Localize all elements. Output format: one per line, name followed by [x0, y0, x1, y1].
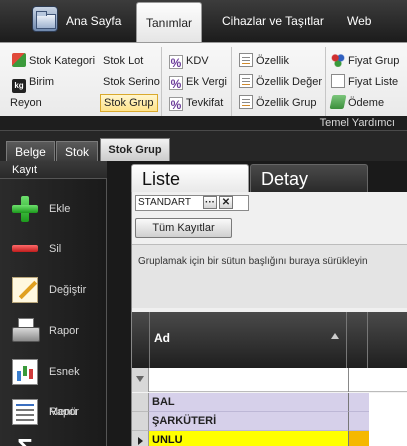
ribbon-item-tevkifat[interactable]: % Tevkifat [169, 94, 223, 112]
filter-row[interactable] [132, 368, 407, 392]
column-header-label: Ad [154, 331, 170, 345]
group-hint: Gruplamak için bir sütun başlığını buray… [138, 256, 368, 267]
add-button-label: Ekle [49, 203, 71, 215]
filter-cell [348, 368, 369, 392]
ribbon: Stok Kategori kg Birim Reyon Stok Lot Sto… [0, 42, 407, 130]
menu-button[interactable]: Menü [0, 392, 107, 432]
percent-icon: % [169, 76, 183, 91]
menu-button-label: Menü [49, 406, 77, 418]
row-indicator [132, 393, 149, 412]
report-icon [12, 359, 38, 385]
ribbon-caption: Temel Yardımcı [319, 117, 395, 129]
filter-icon[interactable] [132, 368, 149, 392]
edit-button[interactable]: Değiştir [0, 270, 107, 310]
table-row[interactable]: ŞARKÜTERİ [132, 412, 407, 431]
tab-detay[interactable]: Detay [250, 164, 368, 192]
table-row-selected[interactable]: UNLU [132, 431, 407, 446]
folder-icon[interactable] [32, 6, 58, 32]
ribbon-item-fiyat-grup[interactable]: Fiyat Grup [331, 52, 399, 70]
plus-icon [12, 196, 38, 222]
ribbon-item-birim[interactable]: kg Birim [12, 73, 54, 93]
doc-tab-belge[interactable]: Belge [6, 141, 55, 162]
ribbon-item-stok-kategori[interactable]: Stok Kategori [12, 52, 95, 70]
all-records-button[interactable]: Tüm Kayıtlar [135, 218, 232, 238]
printer-icon [12, 318, 40, 344]
current-row-icon [132, 431, 149, 446]
sum-button[interactable]: Σ [0, 429, 107, 446]
delete-button[interactable]: Sil [0, 229, 107, 269]
ribbon-item-ozellik-deger[interactable]: Özellik Değer [239, 73, 322, 91]
table-cell-extra [348, 412, 369, 431]
list-icon [331, 74, 345, 88]
document-tabs: Belge Stok Stok Grup [0, 130, 407, 162]
row-indicator [132, 412, 149, 431]
group-panel[interactable]: Gruplamak için bir sütun başlığını buray… [132, 245, 407, 308]
grid-header: Ad [132, 312, 407, 368]
edit-icon [12, 277, 38, 303]
ribbon-caption-bar: Temel Yardımcı [0, 116, 407, 130]
menu-icon [12, 399, 38, 425]
tab-ana-sayfa[interactable]: Ana Sayfa [66, 0, 121, 42]
table-cell-ad[interactable]: ŞARKÜTERİ [149, 412, 348, 431]
edit-button-label: Değiştir [49, 284, 87, 296]
main-area: Liste Detay STANDART ··· ✕ Tüm Kayıtlar … [107, 161, 407, 446]
flexible-report-button[interactable]: Esnek Rapor [0, 352, 107, 418]
table-cell-ad[interactable]: UNLU [149, 431, 348, 446]
table-cell-ad[interactable]: BAL [149, 393, 348, 412]
ribbon-item-fiyat-liste[interactable]: Fiyat Liste [331, 73, 398, 91]
ribbon-item-odeme[interactable]: Ödeme [329, 94, 384, 112]
ribbon-item-ozellik-grup[interactable]: Özellik Grup [239, 94, 317, 112]
close-layout-button[interactable]: ✕ [219, 196, 233, 209]
ribbon-item-stok-lot[interactable]: Stok Lot [103, 52, 143, 70]
tab-cihazlar-ve-tasitlar[interactable]: Cihazlar ve Taşıtlar [222, 0, 324, 42]
delete-button-label: Sil [49, 243, 62, 255]
sigma-icon: Σ [12, 435, 38, 446]
money-icon [329, 95, 347, 109]
percent-icon: % [169, 55, 183, 70]
ribbon-item-ek-vergi[interactable]: % Ek Vergi [169, 73, 227, 91]
document-icon [239, 95, 253, 109]
table-cell-extra [348, 393, 369, 412]
top-tab-bar: Ana Sayfa Tanımlar Cihazlar ve Taşıtlar … [0, 0, 407, 44]
doc-tab-stok-grup[interactable]: Stok Grup [100, 138, 170, 162]
group-icon [331, 53, 345, 67]
report-button-label: Rapor [49, 325, 79, 337]
report-button[interactable]: Rapor [0, 311, 107, 351]
left-action-panel: Kayıt Ekle Sil Değiştir Rapor Esnek Rapo… [0, 161, 107, 446]
add-button[interactable]: Ekle [0, 189, 107, 229]
layout-name: STANDART [138, 197, 191, 208]
table-cell-extra [348, 431, 369, 446]
percent-icon: % [169, 97, 183, 112]
sort-ascending-icon [331, 333, 339, 339]
extra-column-header [348, 312, 368, 368]
panel-title: Kayıt [0, 161, 107, 179]
document-icon [239, 74, 253, 88]
data-grid: Ad BAL ŞARKÜTERİ UNLU [132, 312, 407, 446]
tab-web[interactable]: Web [347, 0, 371, 42]
more-options-button[interactable]: ··· [203, 196, 217, 209]
doc-tab-stok[interactable]: Stok [56, 141, 98, 162]
ribbon-item-reyon[interactable]: Reyon [10, 94, 42, 112]
tab-liste[interactable]: Liste [131, 164, 249, 192]
cube-icon [12, 53, 26, 67]
ribbon-item-ozellik[interactable]: Özellik [239, 52, 289, 70]
kg-icon: kg [12, 79, 26, 93]
column-header-ad[interactable]: Ad [149, 312, 347, 368]
list-content: STANDART ··· ✕ Tüm Kayıtlar Gruplamak iç… [131, 192, 407, 446]
ribbon-item-kdv[interactable]: % KDV [169, 52, 209, 70]
table-row[interactable]: BAL [132, 393, 407, 412]
minus-icon [12, 236, 38, 262]
tab-tanimlar[interactable]: Tanımlar [136, 2, 202, 44]
document-icon [239, 53, 253, 67]
ribbon-item-stok-grup[interactable]: Stok Grup [100, 94, 158, 112]
ribbon-item-stok-serino[interactable]: Stok Serino [103, 73, 160, 91]
